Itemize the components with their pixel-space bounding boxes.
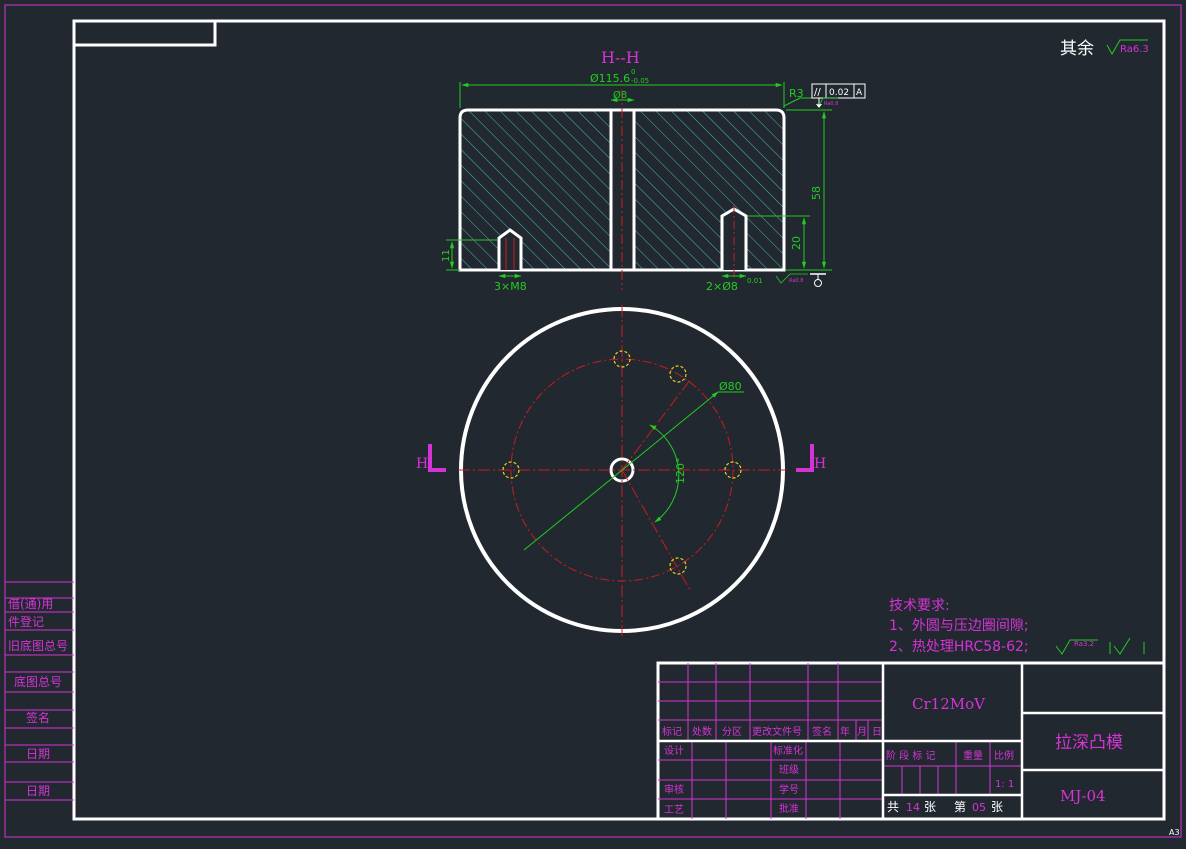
rev-header: 分区 bbox=[722, 726, 742, 738]
dim-tol-upper: 0 bbox=[631, 68, 635, 76]
title-block: 标记 处数 分区 更改文件号 签名 年 月 日 设计 审核 工艺 标准化 班级 … bbox=[656, 661, 1166, 821]
row-label: 审核 bbox=[664, 783, 684, 796]
side-label: 签名 bbox=[26, 710, 50, 725]
sheet-total-unit: 张 bbox=[924, 800, 936, 814]
dim-height: 58 bbox=[810, 186, 823, 200]
row-label: 工艺 bbox=[664, 804, 684, 816]
rev-header: 年 bbox=[840, 725, 850, 738]
rest-roughness-label: 其余 bbox=[1060, 39, 1094, 59]
stage-header: 比例 bbox=[994, 749, 1014, 762]
dim-tol-lower: -0.05 bbox=[631, 77, 649, 85]
dim-dia-center: Ø8 bbox=[613, 89, 627, 101]
mid-label: 学号 bbox=[779, 783, 799, 796]
side-table: 借(通)用 件登记 旧底图总号 底图总号 签名 日期 日期 bbox=[4, 581, 74, 801]
side-label: 日期 bbox=[26, 784, 50, 798]
section-view: H--H Ø115.6 0 -0.05 Ø8 R3 // 0.02 A Ra0.… bbox=[441, 48, 866, 293]
stage-header: 阶 段 标 记 bbox=[886, 749, 936, 762]
side-label: 旧底图总号 bbox=[8, 638, 68, 653]
dim-tap-depth: 11 bbox=[441, 249, 452, 262]
dim-pin-depth: 20 bbox=[790, 236, 803, 250]
dim-dia-main: Ø115.6 bbox=[590, 72, 630, 85]
parallel-symbol: // bbox=[814, 87, 821, 98]
section-title: H--H bbox=[601, 48, 640, 67]
sheet-no-prefix: 第 bbox=[954, 800, 966, 814]
rev-header: 标记 bbox=[662, 726, 682, 738]
drawing-canvas: A3 其余 Ra6.3 H--H Ø115.6 0 -0.05 Ø8 R3 //… bbox=[4, 4, 1182, 838]
parallel-value: 0.02 bbox=[829, 88, 849, 98]
rest-roughness-value: Ra6.3 bbox=[1120, 44, 1149, 55]
rough-small-2: Ra0.8 bbox=[789, 278, 803, 284]
paper-size: A3 bbox=[1169, 828, 1180, 837]
material: Cr12MoV bbox=[912, 695, 986, 713]
rev-header: 更改文件号 bbox=[752, 725, 802, 738]
rev-header: 签名 bbox=[812, 725, 832, 738]
row-label: 设计 bbox=[664, 744, 684, 757]
dim-bolt-circle: Ø80 bbox=[719, 380, 742, 393]
mid-label: 班级 bbox=[779, 764, 799, 776]
tech-line2-rough: Ra3.2 bbox=[1074, 640, 1094, 648]
rev-header: 月 bbox=[857, 726, 867, 738]
mid-label: 标准化 bbox=[773, 744, 803, 757]
side-label: 底图总号 bbox=[14, 674, 62, 689]
mid-label: 批准 bbox=[779, 802, 799, 815]
sheet-no-unit: 张 bbox=[991, 800, 1003, 814]
part-name: 拉深凸模 bbox=[1055, 733, 1123, 753]
tech-line1: 1、外圆与压边圈间隙; bbox=[889, 618, 1029, 634]
scale-value: 1: 1 bbox=[995, 779, 1014, 790]
label-pins: 2×Ø8 bbox=[706, 280, 738, 293]
rest-roughness: 其余 Ra6.3 bbox=[1060, 39, 1149, 59]
dim-radius: R3 bbox=[789, 87, 804, 100]
plan-view: Ø80 120° H H bbox=[416, 305, 826, 636]
rev-header: 处数 bbox=[692, 725, 712, 738]
dim-angle: 120° bbox=[674, 458, 687, 485]
sheet-total: 14 bbox=[906, 801, 920, 814]
tech-line2: 2、热处理HRC58-62; bbox=[889, 639, 1029, 655]
side-label: 借(通)用 bbox=[8, 597, 53, 611]
side-label: 日期 bbox=[26, 747, 50, 761]
section-mark-right: H bbox=[814, 456, 826, 472]
rev-header: 日 bbox=[872, 727, 882, 738]
tech-requirements: 技术要求: 1、外圆与压边圈间隙; 2、热处理HRC58-62; Ra3.2 bbox=[889, 598, 1145, 655]
side-label: 件登记 bbox=[8, 614, 44, 629]
sheet-total-prefix: 共 bbox=[887, 800, 899, 814]
drawing-number: MJ-04 bbox=[1060, 787, 1106, 805]
label-taps: 3×M8 bbox=[494, 280, 527, 293]
tech-title: 技术要求: bbox=[889, 598, 950, 614]
sheet-number: 05 bbox=[972, 801, 986, 814]
stage-header: 重量 bbox=[963, 749, 983, 762]
parallel-datum: A bbox=[856, 88, 863, 98]
section-mark-left: H bbox=[416, 456, 428, 472]
rough-small-1: Ra0.8 bbox=[824, 101, 838, 107]
pin-tolerance: 0.01 bbox=[747, 277, 763, 285]
tapped-hole bbox=[497, 228, 523, 270]
